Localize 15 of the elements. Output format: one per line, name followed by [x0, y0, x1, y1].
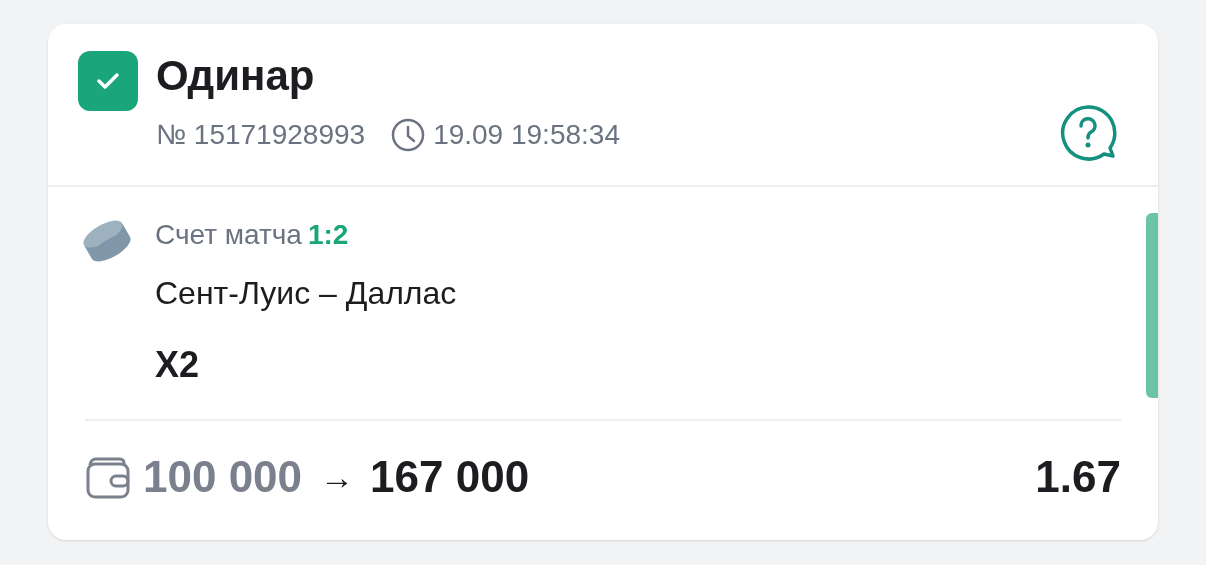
- bet-title: Одинар: [156, 51, 316, 101]
- score-label: Счет матча: [155, 218, 302, 252]
- match-score: 1:2: [307, 218, 349, 252]
- arrow-symbol: →: [320, 456, 355, 498]
- stake-amount: 100 000: [143, 451, 303, 503]
- wallet-icon: [85, 455, 131, 499]
- match-teams: Сент-Луис – Даллас: [155, 274, 457, 313]
- bet-outcome: X2: [155, 343, 201, 387]
- bet-number: № 15171928993: [156, 118, 366, 152]
- payout-amount: 167 000: [370, 451, 530, 503]
- hockey-puck-icon: [82, 219, 132, 263]
- bet-time: 19.09 19:58:34: [433, 118, 620, 152]
- check-icon: [96, 72, 120, 90]
- clock-icon: [391, 118, 426, 152]
- odds-value: 1.67: [1035, 451, 1121, 503]
